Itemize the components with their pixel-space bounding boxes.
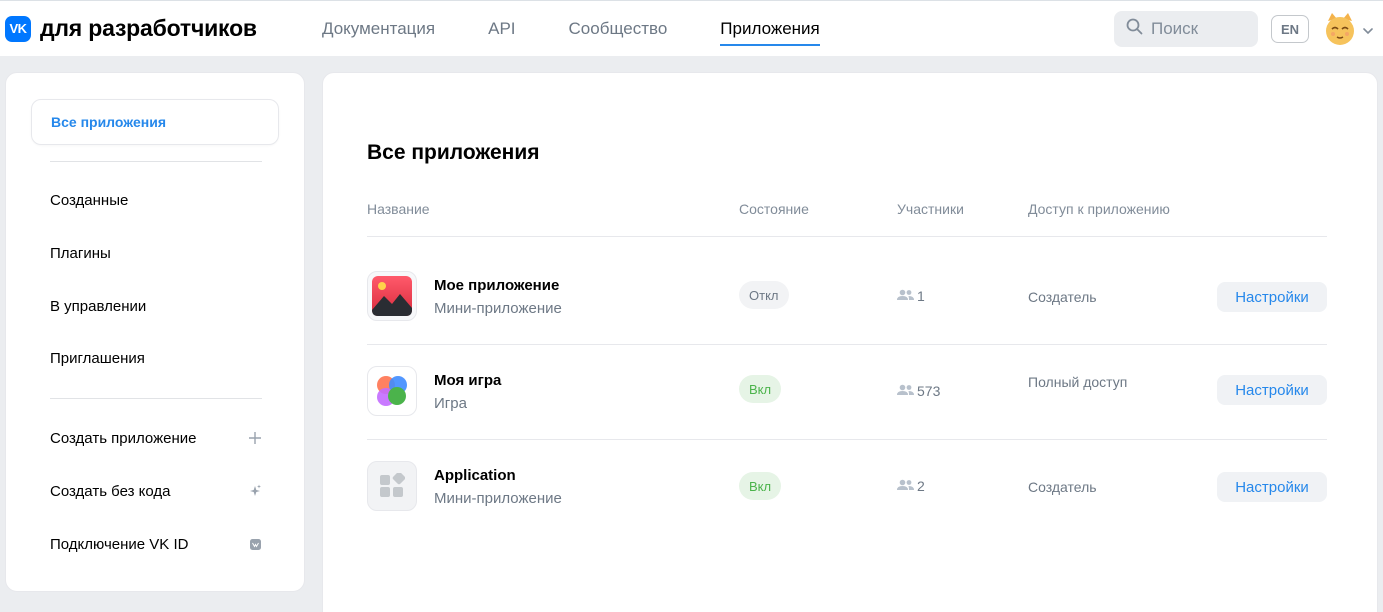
app-name[interactable]: Application [434,467,516,484]
sidebar-item-label: Подключение VK ID [50,535,189,553]
members-count: 2 [897,478,925,494]
column-header-name: Название [367,201,430,217]
create-app-button[interactable]: Создать приложение [50,426,262,450]
sidebar-item-plugins[interactable]: Плагины [50,241,262,265]
plus-icon [248,431,262,445]
nav-api[interactable]: API [488,1,515,57]
sidebar-item-label: В управлении [50,297,147,315]
vk-logo-icon: VK [5,15,31,42]
sidebar-item-label: Созданные [50,191,129,209]
app-type: Мини-приложение [434,300,562,317]
app-name[interactable]: Моя игра [434,372,501,389]
users-icon [897,478,914,494]
sidebar-item-label: Плагины [50,244,111,262]
page-title: Все приложения [367,141,540,164]
status-badge: Вкл [739,472,782,500]
top-header: VK для разработчиков Документация API Со… [0,0,1383,56]
sidebar-item-label: Приглашения [50,349,145,367]
members-count: 1 [897,288,925,304]
members-value: 573 [917,383,941,399]
blocks-app-icon[interactable] [367,461,417,511]
members-value: 2 [917,478,925,494]
settings-button[interactable]: Настройки [1217,282,1327,312]
app-type: Мини-приложение [434,490,562,507]
users-icon [897,383,914,399]
circles-game-icon[interactable] [367,366,417,416]
sidebar-divider [50,398,262,399]
settings-button[interactable]: Настройки [1217,375,1327,405]
sidebar-item-label: Создать приложение [50,429,197,447]
sidebar-item-created[interactable]: Созданные [50,188,262,212]
nav-apps[interactable]: Приложения [720,1,821,57]
column-header-members: Участники [897,201,964,217]
access-level: Полный доступ [1028,374,1128,390]
picture-app-icon[interactable] [367,271,417,321]
access-level: Создатель [1028,289,1097,305]
sidebar-item-all-apps[interactable]: Все приложения [31,99,279,145]
members-count: 573 [897,383,940,399]
main-nav: Документация API Сообщество Приложения [322,1,873,57]
create-nocode-button[interactable]: Создать без кода [50,479,262,503]
search-icon [1126,18,1143,40]
search-input[interactable] [1151,19,1251,39]
app-type: Игра [434,395,467,412]
status-badge: Вкл [739,375,782,403]
sidebar-item-label: Создать без кода [50,482,171,500]
nav-documentation[interactable]: Документация [322,1,435,57]
vk-id-icon [248,537,262,551]
sidebar-divider [50,161,262,162]
column-header-access: Доступ к приложению [1028,201,1170,217]
sidebar: Все приложения Созданные Плагины В управ… [5,72,305,592]
avatar[interactable] [1323,12,1357,46]
logo-text: для разработчиков [40,15,257,41]
vk-id-connect-button[interactable]: Подключение VK ID [50,532,262,556]
status-badge: Откл [739,281,789,309]
sparkle-icon [248,484,262,498]
column-header-status: Состояние [739,201,809,217]
members-value: 1 [917,288,925,304]
table-divider [367,236,1327,237]
search-box[interactable] [1114,11,1258,47]
table-divider [367,439,1327,440]
app-name[interactable]: Мое приложение [434,277,559,294]
language-switch[interactable]: EN [1271,15,1309,43]
nav-community[interactable]: Сообщество [569,1,668,57]
users-icon [897,288,914,304]
access-level: Создатель [1028,479,1097,495]
settings-button[interactable]: Настройки [1217,472,1327,502]
sidebar-item-invitations[interactable]: Приглашения [50,346,262,370]
table-divider [367,344,1327,345]
apps-panel: Все приложения Название Состояние Участн… [322,72,1378,612]
sidebar-item-managed[interactable]: В управлении [50,294,262,318]
chevron-down-icon[interactable] [1363,22,1373,40]
vk-dev-logo[interactable]: VK для разработчиков [5,15,257,42]
